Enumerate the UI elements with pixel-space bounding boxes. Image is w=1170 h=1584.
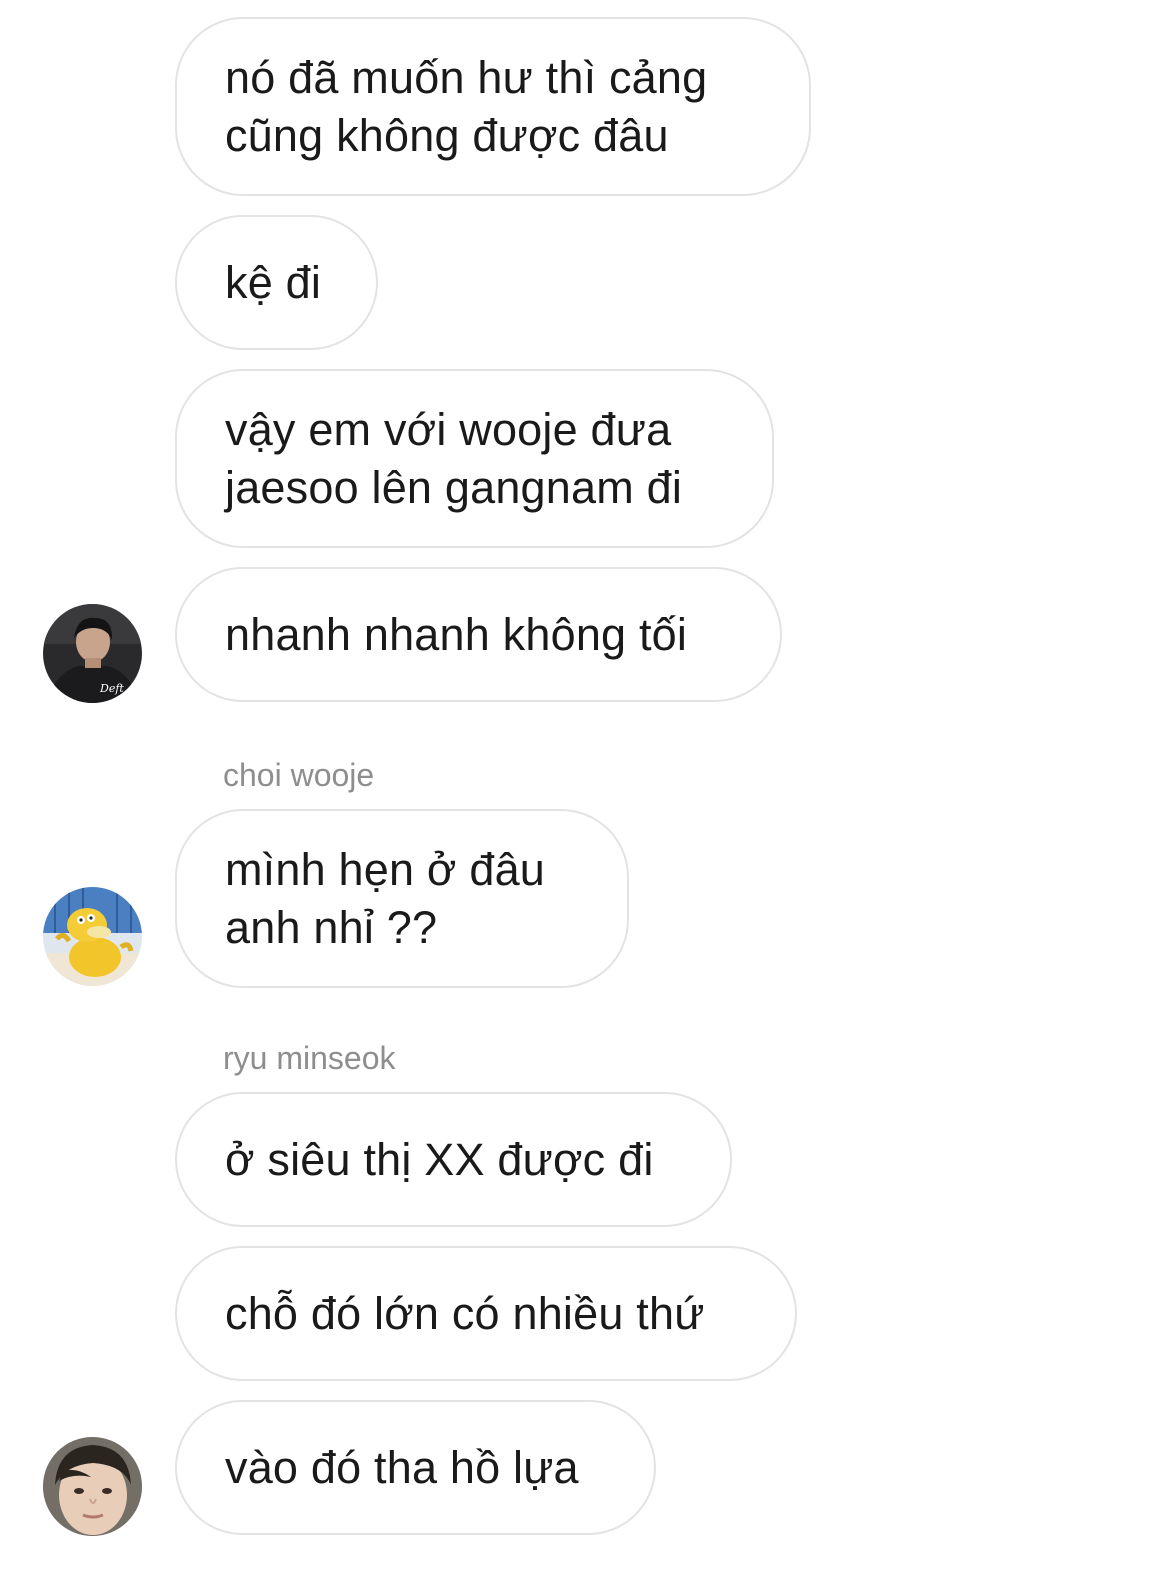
- sender-avatar[interactable]: [43, 887, 142, 986]
- message-text: mình hẹn ở đâu anh nhỉ ??: [225, 843, 546, 953]
- message-text: chỗ đó lớn có nhiều thứ: [225, 1287, 705, 1339]
- message-bubble[interactable]: chỗ đó lớn có nhiều thứ: [175, 1246, 797, 1381]
- avatar-face-photo-icon: [43, 1437, 142, 1536]
- message-text: kệ đi: [225, 256, 322, 308]
- message-text: vậy em với wooje đưa jaesoo lên gangnam …: [225, 403, 683, 513]
- message-text: nhanh nhanh không tối: [225, 608, 688, 660]
- avatar-caption: Deft: [99, 682, 124, 695]
- sender-avatar[interactable]: [43, 1437, 142, 1536]
- message-bubble[interactable]: nhanh nhanh không tối: [175, 567, 782, 702]
- message-bubble[interactable]: vậy em với wooje đưa jaesoo lên gangnam …: [175, 369, 774, 548]
- message-bubble[interactable]: ở siêu thị XX được đi: [175, 1092, 732, 1227]
- sender-avatar[interactable]: Deft: [43, 604, 142, 703]
- avatar-dark-jacket-photo-icon: Deft: [43, 604, 142, 703]
- message-bubble[interactable]: nó đã muốn hư thì cảng cũng không được đ…: [175, 17, 811, 196]
- sender-name: choi wooje: [223, 757, 375, 793]
- message-bubble[interactable]: vào đó tha hồ lựa: [175, 1400, 656, 1535]
- message-bubble[interactable]: kệ đi: [175, 215, 378, 350]
- sender-name: ryu minseok: [223, 1040, 396, 1076]
- avatar-yellow-duck-cartoon-icon: [43, 887, 142, 986]
- message-text: vào đó tha hồ lựa: [225, 1441, 579, 1493]
- message-bubble[interactable]: mình hẹn ở đâu anh nhỉ ??: [175, 809, 629, 988]
- message-text: nó đã muốn hư thì cảng cũng không được đ…: [225, 51, 708, 161]
- message-text: ở siêu thị XX được đi: [225, 1133, 654, 1185]
